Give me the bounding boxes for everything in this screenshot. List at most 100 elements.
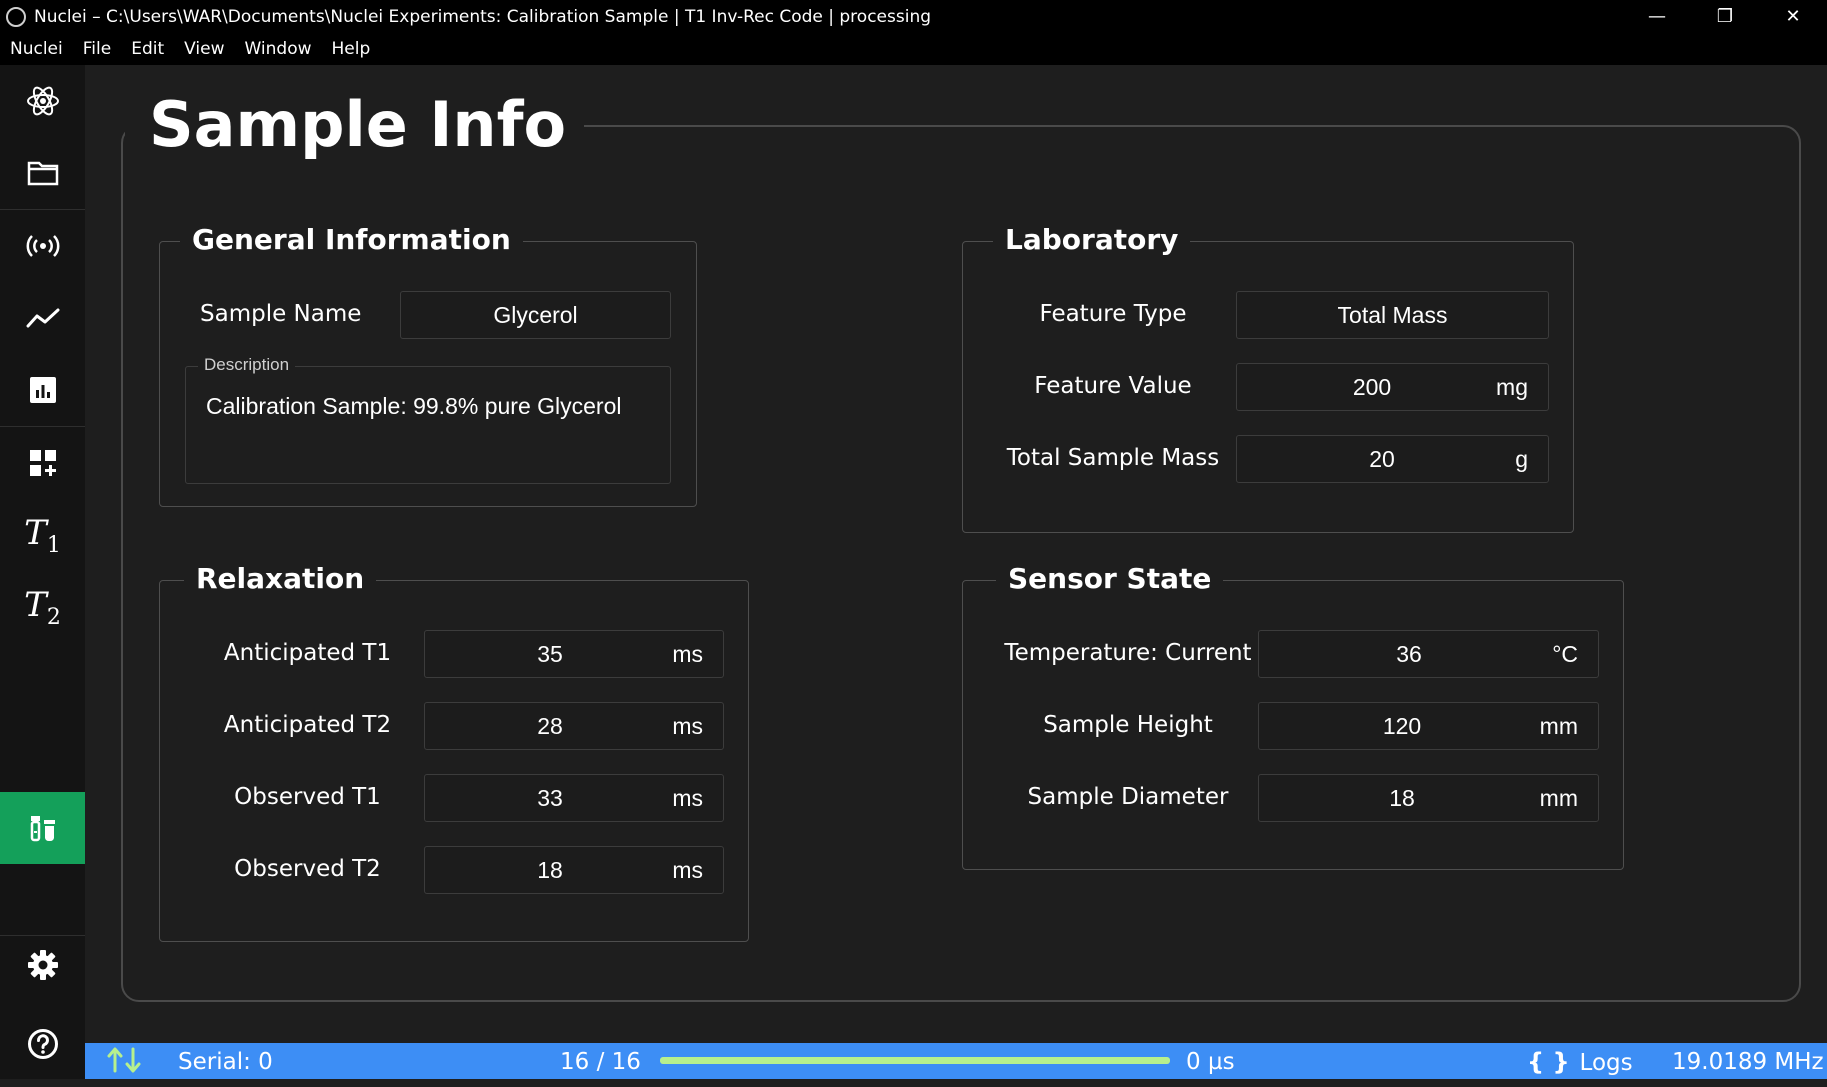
sidebar-item-help[interactable]	[0, 1008, 85, 1079]
sensor-state-group: Sensor State Temperature: Current 36 °C …	[962, 557, 1624, 870]
sample-height-unit: mm	[1539, 713, 1578, 739]
temperature-current-label: Temperature: Current	[1004, 640, 1252, 666]
sample-info-icon	[30, 816, 55, 842]
progress-bar	[660, 1057, 1170, 1064]
feature-value-value: 200	[1352, 374, 1392, 400]
atom-logo-icon	[26, 86, 59, 116]
sample-height-input[interactable]: 120 mm	[1258, 702, 1599, 750]
sidebar-item-folder[interactable]	[0, 137, 85, 209]
app-logo-icon	[6, 6, 26, 27]
main-content: Sample Info General Information Sample N…	[85, 65, 1827, 1043]
observed-t1-value: 33	[537, 785, 563, 811]
sidebar-item-signal[interactable]	[0, 210, 85, 282]
gear-icon	[27, 950, 58, 980]
sidebar-item-line-chart[interactable]	[0, 282, 85, 354]
page-title: Sample Info	[125, 85, 585, 165]
anticipated-t1-value: 35	[537, 641, 563, 667]
sample-height-label: Sample Height	[1043, 712, 1213, 738]
menu-view[interactable]: View	[174, 39, 234, 59]
sidebar-item-sample-info[interactable]	[0, 792, 85, 864]
minimize-button[interactable]: —	[1623, 0, 1691, 33]
total-sample-mass-label: Total Sample Mass	[1006, 445, 1220, 471]
dashboard-add-icon	[29, 450, 56, 476]
logs-button[interactable]: { } Logs	[1527, 1043, 1633, 1079]
feature-value-label: Feature Value	[1034, 373, 1192, 399]
window-controls: — ❐ ✕	[1623, 0, 1827, 33]
sidebar-item-settings[interactable]	[0, 929, 85, 1001]
relaxation-group: Relaxation Anticipated T1 35 ms Anticipa…	[159, 557, 749, 942]
title-bar: Nuclei – C:\Users\WAR\Documents\Nuclei E…	[0, 0, 1827, 33]
t2-icon: T2	[24, 584, 61, 630]
anticipated-t2-unit: ms	[672, 713, 703, 739]
sidebar-item-home[interactable]	[0, 65, 85, 137]
sidebar-item-dashboard[interactable]	[0, 427, 85, 499]
sidebar-item-t1[interactable]: T1	[0, 499, 85, 571]
temperature-current-input[interactable]: 36 °C	[1258, 630, 1599, 678]
description-value: Calibration Sample: 99.8% pure Glycerol	[206, 393, 622, 419]
anticipated-t2-input[interactable]: 28 ms	[424, 702, 724, 750]
observed-t1-input[interactable]: 33 ms	[424, 774, 724, 822]
status-bar: Serial: 0 16 / 16 0 µs { } Logs 19.0189 M…	[85, 1043, 1827, 1079]
anticipated-t2-value: 28	[537, 713, 563, 739]
sample-height-value: 120	[1382, 713, 1422, 739]
logs-label: Logs	[1579, 1050, 1633, 1076]
frequency-readout: 19.0189 MHz	[1672, 1049, 1824, 1075]
observed-t2-unit: ms	[672, 857, 703, 883]
observed-t1-unit: ms	[672, 785, 703, 811]
menu-window[interactable]: Window	[234, 39, 321, 59]
feature-value-input[interactable]: 200 mg	[1236, 363, 1549, 411]
sample-diameter-value: 18	[1389, 785, 1415, 811]
sample-name-value: Glycerol	[493, 302, 578, 328]
description-input[interactable]: Description Calibration Sample: 99.8% pu…	[185, 355, 671, 484]
elapsed-time: 0 µs	[1186, 1049, 1235, 1075]
menu-help[interactable]: Help	[322, 39, 381, 59]
sidebar: T1 T2	[0, 65, 85, 1079]
anticipated-t1-label: Anticipated T1	[223, 640, 392, 666]
transfer-arrows-icon	[105, 1045, 145, 1081]
sample-diameter-label: Sample Diameter	[1027, 784, 1229, 810]
total-sample-mass-input[interactable]: 20 g	[1236, 435, 1549, 483]
serial-status: Serial: 0	[178, 1049, 273, 1075]
feature-type-label: Feature Type	[1039, 301, 1187, 327]
braces-icon: { }	[1527, 1048, 1570, 1076]
menu-edit[interactable]: Edit	[121, 39, 174, 59]
group-title: Laboratory	[993, 218, 1191, 262]
observed-t1-label: Observed T1	[234, 784, 381, 810]
bar-chart-icon	[29, 377, 56, 403]
total-sample-mass-unit: g	[1515, 446, 1528, 472]
total-sample-mass-value: 20	[1369, 446, 1395, 472]
window-title: Nuclei – C:\Users\WAR\Documents\Nuclei E…	[34, 6, 932, 27]
t1-icon: T1	[24, 512, 61, 558]
group-title: Relaxation	[184, 557, 377, 601]
sidebar-item-t2[interactable]: T2	[0, 571, 85, 643]
folder-icon	[27, 161, 58, 186]
line-chart-icon	[26, 308, 59, 328]
sidebar-item-bar-chart[interactable]	[0, 354, 85, 426]
sample-diameter-input[interactable]: 18 mm	[1258, 774, 1599, 822]
sidebar-separator	[0, 935, 85, 936]
progress-count: 16 / 16	[560, 1049, 641, 1075]
menu-file[interactable]: File	[73, 39, 121, 59]
feature-type-value: Total Mass	[1337, 302, 1448, 328]
group-title: Sensor State	[996, 557, 1224, 601]
laboratory-group: Laboratory Feature Type Total Mass Featu…	[962, 218, 1574, 533]
sample-name-input[interactable]: Glycerol	[400, 291, 671, 339]
temperature-current-value: 36	[1396, 641, 1422, 667]
observed-t2-input[interactable]: 18 ms	[424, 846, 724, 894]
menu-bar: Nuclei File Edit View Window Help	[0, 33, 1827, 65]
close-button[interactable]: ✕	[1759, 0, 1827, 33]
general-information-group: General Information Sample Name Glycerol…	[159, 218, 697, 507]
broadcast-icon	[26, 235, 59, 257]
restore-button[interactable]: ❐	[1691, 0, 1759, 33]
sample-name-label: Sample Name	[200, 301, 362, 327]
anticipated-t1-unit: ms	[672, 641, 703, 667]
anticipated-t1-input[interactable]: 35 ms	[424, 630, 724, 678]
sample-diameter-unit: mm	[1539, 785, 1578, 811]
group-title: General Information	[180, 218, 523, 262]
menu-nuclei[interactable]: Nuclei	[0, 39, 73, 59]
feature-type-select[interactable]: Total Mass	[1236, 291, 1549, 339]
progress-bar-fill	[660, 1057, 1170, 1064]
observed-t2-value: 18	[537, 857, 563, 883]
anticipated-t2-label: Anticipated T2	[223, 712, 392, 738]
description-label: Description	[198, 355, 296, 375]
